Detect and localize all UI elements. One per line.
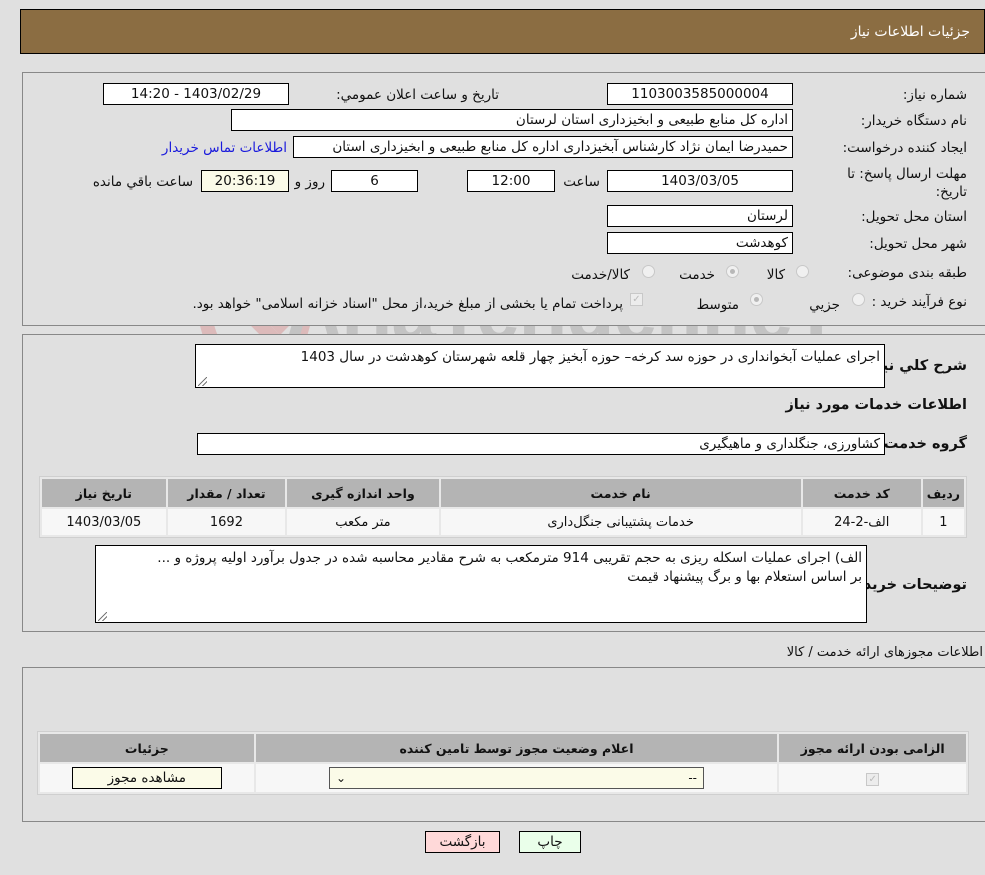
process-radio-minor[interactable] [852,293,865,306]
deadline-label: مهلت ارسال پاسخ: تا تاریخ: [847,166,967,200]
services-table-header: ردیف كد خدمت نام خدمت واحد اندازه گیری ت… [42,479,964,507]
services-table: ردیف كد خدمت نام خدمت واحد اندازه گیری ت… [39,476,967,538]
permit-status-value: -- [688,771,697,785]
permits-section-title: اطلاعات مجوزهای ارائه خدمت / کالا [786,645,983,660]
resize-grip-icon[interactable] [98,612,107,621]
announce-label: تاریخ و ساعت اعلان عمومي: [336,87,499,103]
deadline-time-field: 12:00 [467,170,555,192]
summary-panel: شرح كلي نياز: اجرای عملیات آبخوانداری در… [22,334,985,632]
cell-unit: متر مکعب [287,509,439,535]
service-group-label: گروه خدمت: [877,436,967,452]
service-group-field: کشاورزی، جنگلداری و ماهیگیری [197,433,885,455]
permits-table-header: الزامی بودن ارائه مجوز اعلام وضعیت مجوز … [40,734,966,762]
buyer-notes-textarea[interactable]: الف) اجرای عملیات اسکله ریزی به حجم تقری… [95,545,867,623]
resize-grip-icon[interactable] [198,377,207,386]
buyer-notes-line-2: بر اساس استعلام بها و برگ پیشنهاد قیمت [627,569,862,585]
chevron-down-icon: ⌄ [336,771,347,785]
category-option-service: خدمت [679,267,715,283]
back-button[interactable]: بازگشت [425,831,500,853]
need-number-label: شماره نیاز: [902,87,967,103]
permits-panel: الزامی بودن ارائه مجوز اعلام وضعیت مجوز … [22,667,985,822]
buyer-notes-line-1: الف) اجرای عملیات اسکله ریزی به حجم تقری… [157,550,862,566]
need-number-field: 1103003585000004 [607,83,793,105]
treasury-note: پرداخت تمام يا بخشی از مبلغ خريد،از محل … [192,296,623,312]
deadline-date-field: 1403/03/05 [607,170,793,192]
permit-required-checkbox[interactable]: ✓ [866,772,880,786]
days-field: 6 [331,170,418,192]
deadline-time-label: ساعت [563,174,600,190]
province-label: استان محل تحویل: [861,209,967,225]
table-row: 1 الف-2-24 خدمات پشتیبانی جنگل‌داری متر … [42,509,964,535]
col-unit: واحد اندازه گیری [287,479,439,507]
province-field: لرستان [607,205,793,227]
process-option-medium: متوسط [696,297,739,313]
treasury-checkbox[interactable]: ✓ [630,293,643,306]
process-radio-medium[interactable] [750,293,763,306]
general-desc-text: اجرای عملیات آبخوانداری در حوزه سد کرخه–… [300,349,880,365]
category-radio-goods-service[interactable] [642,265,655,278]
days-label: روز و [294,174,325,190]
cell-service-name: خدمات پشتیبانی جنگل‌داری [440,509,801,535]
view-permit-button[interactable]: مشاهده مجوز [71,767,222,789]
process-option-minor: جزيي [809,297,840,313]
permits-table: الزامی بودن ارائه مجوز اعلام وضعیت مجوز … [37,731,969,795]
col-permit-status: اعلام وضعیت مجوز توسط تامین کننده [255,734,778,762]
col-service-name: نام خدمت [440,479,801,507]
cell-row: 1 [922,509,964,535]
requester-field: حمیدرضا ایمان نژاد کارشناس آبخیزداری ادا… [293,136,793,158]
permit-status-select[interactable]: -- ⌄ [329,767,704,789]
process-label: نوع فرآيند خريد : [871,294,967,310]
category-option-goods: كالا [766,267,785,283]
col-row: ردیف [922,479,964,507]
general-desc-textarea[interactable]: اجرای عملیات آبخوانداری در حوزه سد کرخه–… [195,344,885,388]
cell-quantity: 1692 [167,509,286,535]
page-title: جزئیات اطلاعات نیاز [850,24,970,40]
category-option-goods-service: كالا/خدمت [571,267,630,283]
col-permit-required: الزامی بودن ارائه مجوز [779,734,966,762]
col-quantity: تعداد / مقدار [167,479,286,507]
remaining-time-field: 20:36:19 [201,170,289,192]
cell-service-code: الف-2-24 [802,509,921,535]
page-header: جزئیات اطلاعات نیاز [20,9,985,54]
announce-field: 1403/02/29 - 14:20 [103,83,289,105]
col-permit-details: جزئیات [40,734,254,762]
requester-label: ايجاد كننده درخواست: [842,140,967,156]
city-label: شهر محل تحویل: [869,236,967,252]
remaining-label: ساعت باقي مانده [92,174,193,190]
col-service-code: كد خدمت [802,479,921,507]
cell-need-date: 1403/03/05 [42,509,166,535]
category-radio-goods[interactable] [796,265,809,278]
services-title: اطلاعات خدمات مورد نیاز [785,397,967,413]
permit-row: ✓ -- ⌄ مشاهده مجوز [40,764,966,792]
col-need-date: تاریخ نیاز [42,479,166,507]
buyer-org-field: اداره کل منابع طبیعی و ابخیزداری استان ل… [231,109,793,131]
category-radio-service[interactable] [726,265,739,278]
print-button[interactable]: چاپ [519,831,581,853]
buyer-org-label: نام دستگاه خريدار: [860,113,967,129]
buyer-contact-link[interactable]: اطلاعات تماس خريدار [162,140,287,156]
category-label: طبقه بندی موضوعی: [847,265,967,281]
city-field: كوهدشت [607,232,793,254]
details-panel: شماره نیاز: 1103003585000004 تاریخ و ساع… [22,72,985,326]
